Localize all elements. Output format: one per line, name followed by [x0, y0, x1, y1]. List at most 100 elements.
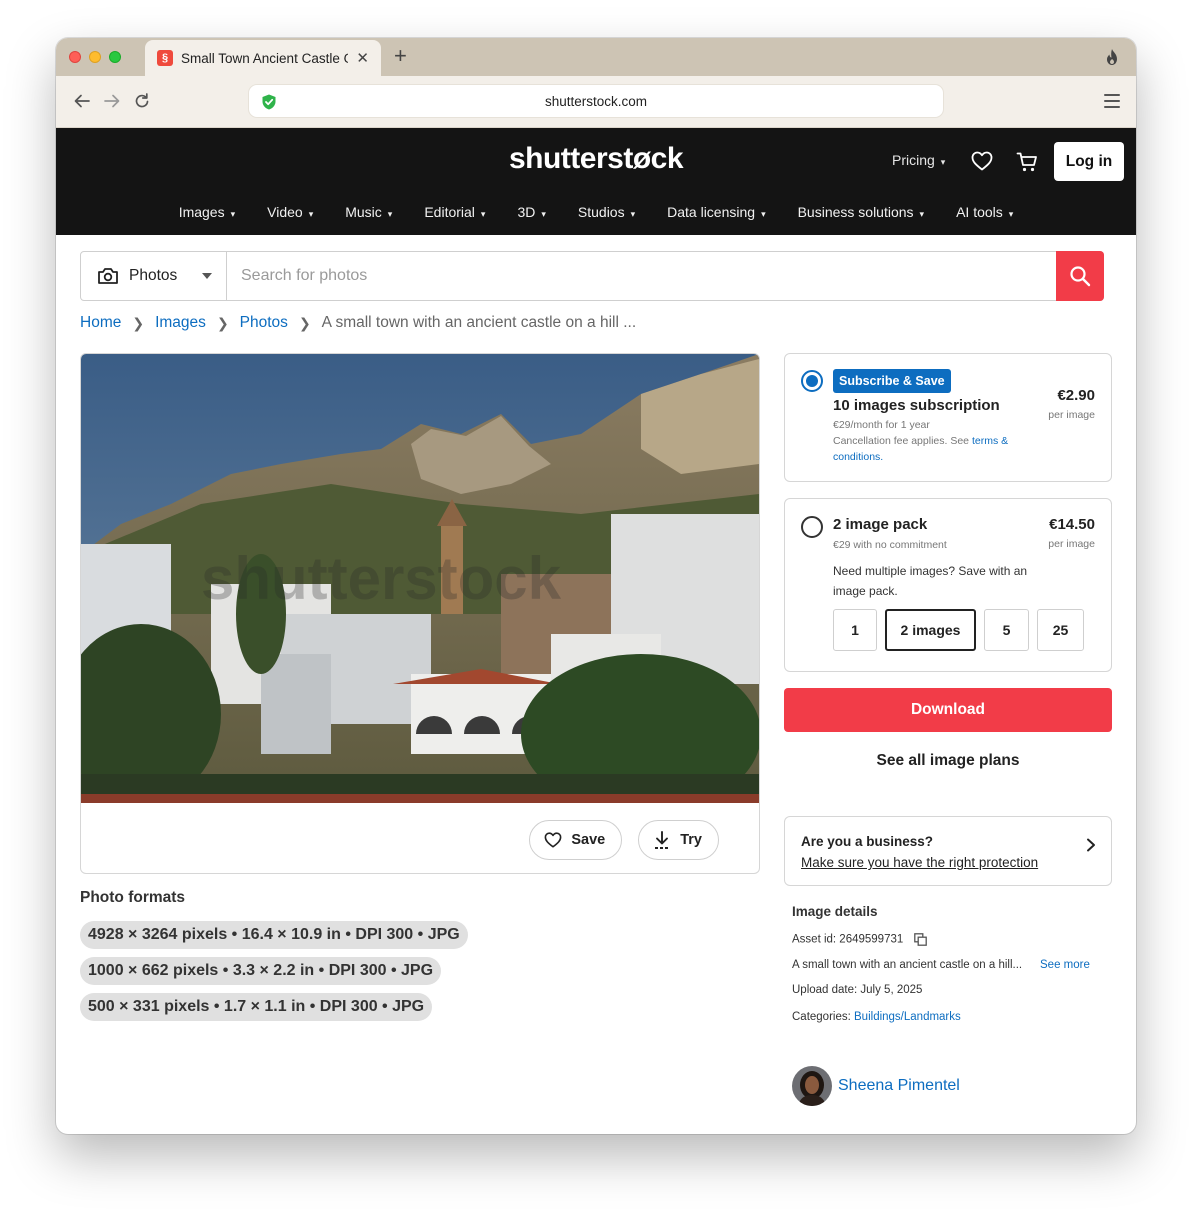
reload-icon[interactable]	[132, 92, 152, 112]
heart-icon	[544, 832, 562, 848]
chevron-right-icon: ❯	[298, 314, 311, 331]
search-type-dropdown[interactable]: Photos	[81, 252, 227, 300]
preview-photo[interactable]: shutterstock	[81, 354, 759, 803]
nav-item-images[interactable]: Images ▾	[163, 204, 251, 220]
format-chip[interactable]: 4928 × 3264 pixels • 16.4 × 10.9 in • DP…	[80, 921, 468, 949]
subscribe-save-badge: Subscribe & Save	[833, 369, 951, 393]
contributor-name[interactable]: Sheena Pimentel	[838, 1077, 960, 1095]
chevron-down-icon: ▾	[630, 209, 636, 219]
copy-icon[interactable]	[914, 933, 928, 946]
nav-item-studios[interactable]: Studios ▾	[562, 204, 651, 220]
nav-item-ai-tools[interactable]: AI tools ▾	[940, 204, 1029, 220]
image-details-title: Image details	[792, 904, 878, 919]
url-text: shutterstock.com	[544, 94, 648, 109]
favorites-heart-icon[interactable]	[971, 151, 993, 171]
plan-price: €2.90	[1057, 387, 1095, 404]
zoom-window-button[interactable]	[109, 51, 121, 63]
nav-item-business-solutions[interactable]: Business solutions ▾	[782, 204, 940, 220]
cart-icon[interactable]	[1016, 151, 1038, 173]
nav-label: AI tools	[956, 204, 1003, 220]
asset-id-text: Asset id: 2649599731	[792, 933, 904, 946]
format-chip[interactable]: 500 × 331 pixels • 1.7 × 1.1 in • DPI 30…	[80, 993, 433, 1021]
upload-date: Upload date: July 5, 2025	[792, 984, 923, 996]
forward-arrow-icon[interactable]	[102, 92, 122, 112]
hamburger-menu-icon[interactable]	[1104, 94, 1120, 108]
nav-label: Images	[178, 204, 225, 220]
address-bar[interactable]: shutterstock.com	[248, 84, 944, 118]
subscription-radio[interactable]	[801, 370, 823, 392]
pack-option-25[interactable]: 25	[1037, 609, 1084, 651]
nav-item-editorial[interactable]: Editorial ▾	[408, 204, 501, 220]
plan-per-image: per image	[1048, 409, 1095, 421]
breadcrumb: Home ❯ Images ❯ Photos ❯ A small town wi…	[80, 314, 636, 332]
pack-option-1[interactable]: 1	[833, 609, 877, 651]
business-protection-link[interactable]: Make sure you have the right protection	[801, 855, 1038, 870]
download-button[interactable]: Download	[784, 688, 1112, 732]
search-bar: Photos	[80, 251, 1104, 301]
nav-item-music[interactable]: Music ▾	[329, 204, 408, 220]
format-chip[interactable]: 1000 × 662 pixels • 3.3 × 2.2 in • DPI 3…	[80, 957, 442, 985]
categories-label: Categories:	[792, 1011, 851, 1023]
download-try-icon	[655, 831, 670, 849]
plan-terms-text: Cancellation fee applies. See	[833, 435, 970, 447]
browser-tab-active[interactable]: § Small Town Ancient Castle O ✕	[145, 40, 381, 76]
plan-per-image: per image	[1048, 538, 1095, 550]
image-pack-radio[interactable]	[801, 516, 823, 538]
browser-toolbar: shutterstock.com	[56, 76, 1136, 128]
breadcrumb-photos[interactable]: Photos	[240, 314, 288, 332]
search-input[interactable]	[227, 252, 1057, 300]
contributor[interactable]: Sheena Pimentel	[792, 1066, 960, 1106]
pack-option-2[interactable]: 2 images	[885, 609, 976, 651]
caret-down-icon	[202, 273, 212, 279]
breadcrumb-current: A small town with an ancient castle on a…	[321, 314, 637, 331]
flame-icon[interactable]	[1104, 48, 1120, 66]
subscription-plan-card[interactable]: Subscribe & Save 10 images subscription …	[784, 353, 1112, 482]
chevron-down-icon: ▾	[480, 209, 486, 219]
nav-label: Video	[267, 204, 303, 220]
categories: Categories: Buildings/Landmarks	[792, 1011, 961, 1023]
plan-terms: Cancellation fee applies. See terms & co…	[833, 433, 1033, 465]
chevron-right-icon: ❯	[132, 314, 145, 331]
try-button[interactable]: Try	[638, 820, 719, 860]
breadcrumb-home[interactable]: Home	[80, 314, 121, 332]
card-actions: Save Try	[529, 820, 719, 860]
pack-option-5[interactable]: 5	[984, 609, 1029, 651]
new-tab-button[interactable]: +	[394, 45, 407, 67]
chevron-down-icon: ▾	[919, 209, 925, 219]
shutterstock-watermark: shutterstock	[201, 545, 562, 612]
chevron-down-icon: ▾	[940, 157, 946, 167]
breadcrumb-images[interactable]: Images	[155, 314, 206, 332]
see-all-plans-link[interactable]: See all image plans	[784, 752, 1112, 770]
image-pack-plan-card[interactable]: 2 image pack €29 with no commitment €14.…	[784, 498, 1112, 672]
back-arrow-icon[interactable]	[72, 92, 92, 112]
chevron-right-icon	[1087, 838, 1095, 852]
login-button[interactable]: Log in	[1054, 142, 1124, 181]
plan-subtitle: €29 with no commitment	[833, 539, 947, 551]
asset-id: Asset id: 2649599731	[792, 933, 928, 946]
save-button[interactable]: Save	[529, 820, 623, 860]
avatar[interactable]	[792, 1066, 832, 1106]
nav-item-data-licensing[interactable]: Data licensing ▾	[651, 204, 781, 220]
minimize-window-button[interactable]	[89, 51, 101, 63]
plan-title: 2 image pack	[833, 516, 928, 533]
save-label: Save	[571, 832, 606, 848]
plan-title: 10 images subscription	[833, 397, 1000, 414]
nav-item-video[interactable]: Video ▾	[251, 204, 329, 220]
chevron-down-icon: ▾	[387, 209, 393, 219]
plan-subtitle: €29/month for 1 year	[833, 419, 930, 431]
chevron-down-icon: ▾	[761, 209, 766, 219]
see-more-link[interactable]: See more	[1040, 959, 1090, 971]
category-link[interactable]: Buildings/Landmarks	[854, 1011, 961, 1023]
window-controls	[69, 51, 121, 63]
pricing-label: Pricing	[892, 152, 935, 168]
nav-item-3d[interactable]: 3D ▾	[501, 204, 561, 220]
try-label: Try	[680, 832, 702, 848]
pricing-menu[interactable]: Pricing ▾	[892, 152, 945, 168]
camera-icon	[98, 268, 118, 284]
tab-close-icon[interactable]: ✕	[356, 49, 369, 67]
site-header: shutterstøck Pricing ▾ Log in Images ▾ Vid…	[56, 128, 1136, 235]
search-button[interactable]	[1056, 251, 1104, 301]
nav-label: Data licensing	[667, 204, 756, 220]
close-window-button[interactable]	[69, 51, 81, 63]
business-protection-card[interactable]: Are you a business? Make sure you have t…	[784, 816, 1112, 886]
